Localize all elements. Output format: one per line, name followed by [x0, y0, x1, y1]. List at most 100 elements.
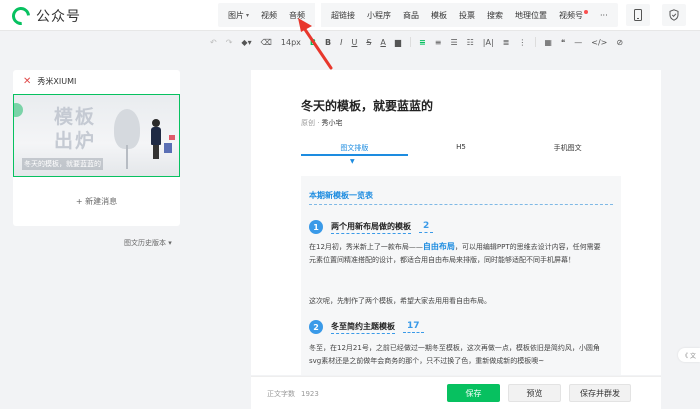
- quote-button[interactable]: ❝: [561, 38, 565, 47]
- author-row: 原创 · 秀小宅: [301, 118, 342, 128]
- format-painter-button[interactable]: ◆ ▾: [241, 38, 251, 47]
- logo[interactable]: 公众号: [8, 3, 81, 29]
- insert-image-menu[interactable]: 图片 ▾: [222, 10, 255, 21]
- item-number-badge: 1: [309, 220, 323, 234]
- suitcase-illustration: [164, 143, 172, 153]
- highlight-bold-button[interactable]: B: [310, 38, 316, 47]
- word-count-value: 1923: [301, 390, 319, 398]
- italic-button[interactable]: I: [340, 38, 342, 47]
- notification-dot: [584, 10, 589, 14]
- insert-channels-button[interactable]: 视频号: [553, 10, 594, 21]
- eraser-icon: ⌫: [260, 37, 272, 47]
- item-number-badge: 2: [309, 320, 323, 334]
- divider: [410, 37, 412, 47]
- cover-headline: 模板 出炉: [54, 106, 97, 152]
- insert-widgets-group: 超链接 小程序 商品 模板 投票 搜索 地理位置 视频号 ···: [321, 10, 618, 21]
- logo-icon: [8, 3, 34, 29]
- item-count: 2: [419, 221, 434, 233]
- article-history-link[interactable]: 图文历史版本 ▾: [124, 238, 172, 248]
- insert-link-button[interactable]: 超链接: [325, 10, 361, 21]
- bullet-list-button[interactable]: ☰: [450, 38, 457, 47]
- layout-mode-tabs: 图文排版 H5 手机图文: [301, 143, 621, 161]
- tree-trunk: [126, 145, 128, 169]
- article-list-panel: ✕ 秀米XIUMI 模板 出炉 冬天的模板，就要蓝蓝的 + 新建消息: [13, 70, 180, 226]
- person-illustration: [151, 119, 161, 159]
- insert-vote-button[interactable]: 投票: [453, 10, 481, 21]
- item-title: 两个用新布局做的模板: [331, 221, 411, 234]
- insert-audio-button[interactable]: 音频: [283, 10, 311, 21]
- paragraph: 这次呢，先制作了两个模板，希望大家去用用看自由布局。: [309, 297, 491, 305]
- active-tab-indicator: ▼: [350, 158, 355, 165]
- insert-video-button[interactable]: 视频: [255, 10, 283, 21]
- top-bar: 公众号 图片 ▾ 视频 音频 超链接 小程序 商品 模板 投票 搜索 地理位置 视…: [0, 0, 700, 31]
- list-item: 2 冬至简约主题模板 17: [309, 320, 424, 334]
- author-name[interactable]: 秀小宅: [321, 119, 342, 127]
- line-height-button[interactable]: ≣: [503, 38, 510, 47]
- undo-button[interactable]: ↶: [210, 38, 217, 47]
- mobile-icon: [634, 9, 642, 21]
- unlink-button[interactable]: ⊘: [616, 38, 623, 47]
- redo-button[interactable]: ↷: [226, 38, 233, 47]
- background-color-button[interactable]: ▆: [395, 38, 401, 47]
- format-toolbar: ↶ ↷ ◆ ▾ ⌫ 14px B B I U S A ▆ ≡ ≡ ☰ ☷ |A| …: [210, 33, 700, 51]
- tab-h5[interactable]: H5: [408, 143, 515, 161]
- section-divider: [309, 204, 613, 205]
- preview-button[interactable]: 预览: [508, 384, 561, 402]
- letter-spacing-button[interactable]: |A|: [483, 38, 494, 47]
- code-button[interactable]: </>: [591, 38, 607, 47]
- insert-template-button[interactable]: 模板: [425, 10, 453, 21]
- highlight-text: 自由布局: [422, 242, 455, 251]
- article-cover-thumbnail[interactable]: 模板 出炉 冬天的模板，就要蓝蓝的: [13, 94, 180, 177]
- item-title: 冬至简约主题模板: [331, 321, 395, 334]
- cover-caption: 冬天的模板，就要蓝蓝的: [22, 158, 103, 170]
- insert-search-button[interactable]: 搜索: [481, 10, 509, 21]
- table-button[interactable]: ▦: [544, 38, 552, 47]
- tab-mobile-article[interactable]: 手机图文: [514, 143, 621, 161]
- clear-format-button[interactable]: ⌫: [261, 38, 272, 47]
- account-header: ✕ 秀米XIUMI: [23, 76, 76, 87]
- decorative-circle: [14, 103, 23, 117]
- security-check-button[interactable]: [662, 4, 686, 26]
- chevron-down-icon: ▾: [246, 11, 250, 19]
- section-heading: 本期新模板一览表: [309, 191, 373, 200]
- insert-media-group: 图片 ▾ 视频 音频: [218, 10, 315, 21]
- numbered-list-button[interactable]: ☷: [467, 38, 474, 47]
- side-expand-tab[interactable]: 《 文: [678, 348, 700, 362]
- divider: [535, 37, 537, 47]
- more-format-button[interactable]: ⋮: [518, 38, 526, 47]
- list-item: 1 两个用新布局做的模板 2: [309, 220, 434, 234]
- bold-button[interactable]: B: [325, 38, 331, 47]
- tab-article-layout[interactable]: 图文排版: [301, 143, 408, 156]
- mobile-preview-button[interactable]: [626, 4, 650, 26]
- strikethrough-button[interactable]: S: [366, 38, 371, 47]
- paragraph: 冬至，在12月21号，之前已经做过一期冬至模板，这次再做一点，模板依旧是简约风，…: [309, 344, 600, 365]
- indent-button[interactable]: ≡: [435, 38, 442, 47]
- align-button[interactable]: ≡: [419, 38, 426, 47]
- item-count: 17: [403, 321, 424, 333]
- shield-icon: [669, 9, 679, 21]
- logo-text: 公众号: [36, 9, 81, 25]
- tree-illustration: [114, 109, 140, 149]
- underline-button[interactable]: U: [351, 38, 357, 47]
- save-button[interactable]: 保存: [447, 384, 500, 402]
- account-name: 秀米XIUMI: [37, 77, 77, 86]
- word-count: 正文字数 1923: [267, 389, 319, 399]
- article-body[interactable]: 本期新模板一览表 1 两个用新布局做的模板 2 在12月初，秀米新上了一款布局—…: [301, 176, 621, 375]
- word-count-label: 正文字数: [267, 390, 295, 398]
- xiumi-logo-icon: ✕: [23, 76, 32, 87]
- article-title[interactable]: 冬天的模板，就要蓝蓝的: [301, 97, 433, 114]
- paragraph: 在12月初，秀米新上了一款布局——自由布局，可以用编辑PPT的思维去设计内容，任…: [309, 242, 601, 264]
- bottom-action-bar: 正文字数 1923 保存 预览 保存并群发: [251, 376, 661, 409]
- insert-location-button[interactable]: 地理位置: [509, 10, 553, 21]
- divider-button[interactable]: —: [574, 38, 582, 47]
- font-color-button[interactable]: A: [380, 38, 385, 47]
- new-message-button[interactable]: + 新建消息: [13, 196, 180, 207]
- save-and-send-button[interactable]: 保存并群发: [569, 384, 631, 402]
- insert-miniprogram-button[interactable]: 小程序: [361, 10, 397, 21]
- font-size-select[interactable]: 14px: [281, 38, 301, 47]
- insert-product-button[interactable]: 商品: [397, 10, 425, 21]
- flag-illustration: [169, 135, 175, 140]
- editor-canvas[interactable]: 冬天的模板，就要蓝蓝的 原创 · 秀小宅 图文排版 H5 手机图文 ▼ 本期新模板…: [251, 70, 661, 375]
- more-button[interactable]: ···: [594, 11, 614, 20]
- author-prefix: 原创 ·: [301, 119, 320, 127]
